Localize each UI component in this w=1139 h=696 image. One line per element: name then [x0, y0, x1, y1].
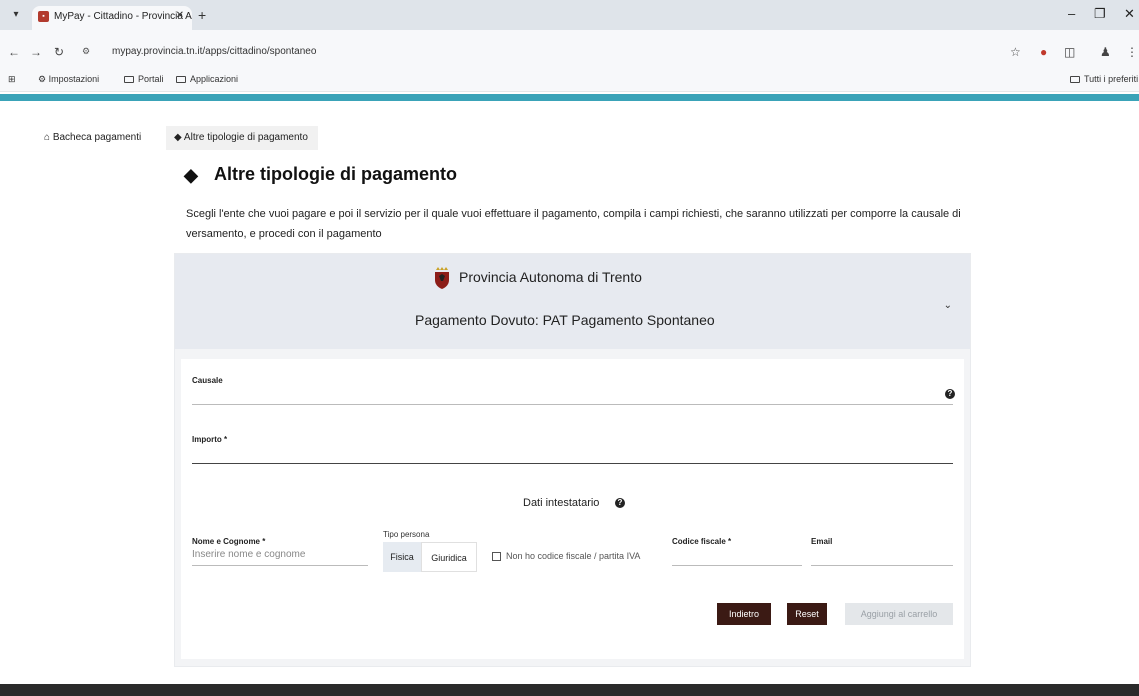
servizio-name: Pagamento Dovuto: PAT Pagamento Spontane… [415, 312, 715, 328]
folder-icon [176, 76, 186, 83]
cf-input[interactable] [672, 565, 802, 566]
page-intro: Scegli l'ente che vuoi pagare e poi il s… [186, 208, 961, 240]
bookmark-all[interactable]: Tutti i preferiti [1070, 74, 1138, 84]
extension-icon[interactable]: ● [1040, 45, 1047, 59]
help-icon[interactable]: ? [615, 498, 625, 508]
bookmark-impostazioni[interactable]: ⚙ Impostazioni [38, 74, 99, 85]
coat-of-arms-icon [435, 267, 449, 289]
breadcrumb-home[interactable]: ⌂ Bacheca pagamenti [44, 126, 141, 150]
bookmarks-bar: ⊞ ⚙ Impostazioni Portali Applicazioni Tu… [0, 70, 1139, 92]
tipo-persona-label: Tipo persona [383, 530, 430, 539]
back-icon[interactable]: ← [8, 45, 20, 59]
reload-icon[interactable]: ↻ [54, 45, 64, 59]
aggiungi-carrello-button[interactable]: Aggiungi al carrello [845, 603, 953, 625]
new-tab-icon[interactable]: + [198, 7, 206, 23]
restore-icon[interactable]: ❐ [1094, 6, 1106, 22]
bookmark-applicazioni[interactable]: Applicazioni [176, 74, 238, 84]
extensions-puzzle-icon[interactable]: ◫ [1064, 45, 1075, 59]
no-cf-checkbox[interactable] [492, 552, 501, 561]
tipo-giuridica-button[interactable]: Giuridica [421, 542, 477, 572]
gear-icon: ⚙ [38, 74, 49, 84]
home-icon: ⌂ [44, 132, 53, 143]
ente-name: Provincia Autonoma di Trento [435, 267, 642, 289]
help-icon[interactable]: ? [945, 389, 955, 399]
folder-icon [1070, 76, 1080, 83]
chevron-down-icon[interactable]: ⌄ [944, 300, 952, 311]
bookmark-portali[interactable]: Portali [124, 74, 164, 84]
apps-grid-icon[interactable]: ⊞ [8, 74, 16, 85]
breadcrumb-current: ◆ Altre tipologie di pagamento [166, 126, 318, 150]
cf-label: Codice fiscale * [672, 537, 732, 546]
tags-icon: ◆ [184, 165, 198, 185]
bookmark-star-icon[interactable]: ☆ [1010, 45, 1021, 59]
email-input[interactable] [811, 565, 953, 566]
importo-input[interactable] [192, 463, 953, 464]
page-title: ◆ Altre tipologie di pagamento [184, 164, 458, 185]
tab-title: MyPay - Cittadino - Provincia A [54, 11, 192, 22]
footer-band [0, 684, 1139, 696]
address-bar: ← → ↻ ⚙ mypay.provincia.tn.it/apps/citta… [0, 30, 1139, 70]
browser-tab[interactable]: ▪ MyPay - Cittadino - Provincia A ✕ [32, 6, 192, 30]
header-accent-band [0, 94, 1139, 101]
profile-icon[interactable]: ♟ [1100, 45, 1111, 59]
nome-underline [192, 565, 368, 566]
close-window-icon[interactable]: ✕ [1124, 6, 1135, 22]
tags-icon: ◆ [174, 132, 184, 143]
causale-label: Causale [192, 376, 223, 385]
tipo-fisica-button[interactable]: Fisica [383, 542, 421, 572]
tab-close-icon[interactable]: ✕ [176, 10, 184, 21]
payment-card: Provincia Autonoma di Trento Pagamento D… [174, 253, 971, 667]
url-field[interactable]: mypay.provincia.tn.it/apps/cittadino/spo… [80, 42, 1000, 62]
forward-icon[interactable]: → [30, 45, 42, 59]
ente-selector[interactable]: Provincia Autonoma di Trento Pagamento D… [175, 254, 970, 349]
nome-input[interactable]: Inserire nome e cognome [192, 549, 305, 560]
nome-label: Nome e Cognome * [192, 537, 266, 546]
browser-tab-strip: ▾ ▪ MyPay - Cittadino - Provincia A ✕ + … [0, 0, 1139, 30]
reset-button[interactable]: Reset [787, 603, 827, 625]
causale-input[interactable] [192, 404, 953, 405]
site-favicon-icon: ▪ [38, 11, 49, 22]
folder-icon [124, 76, 134, 83]
no-cf-label: Non ho codice fiscale / partita IVA [506, 551, 641, 561]
browser-menu-icon[interactable]: ⋮ [1126, 45, 1138, 59]
tab-search-chevron-icon[interactable]: ▾ [8, 7, 24, 23]
minimize-icon[interactable]: – [1068, 6, 1075, 21]
email-label: Email [811, 537, 833, 546]
indietro-button[interactable]: Indietro [717, 603, 771, 625]
importo-label: Importo * [192, 435, 228, 444]
payment-form: Causale ? Importo * Dati intestatario ? … [181, 359, 964, 659]
intestatario-heading: Dati intestatario ? [523, 497, 625, 509]
